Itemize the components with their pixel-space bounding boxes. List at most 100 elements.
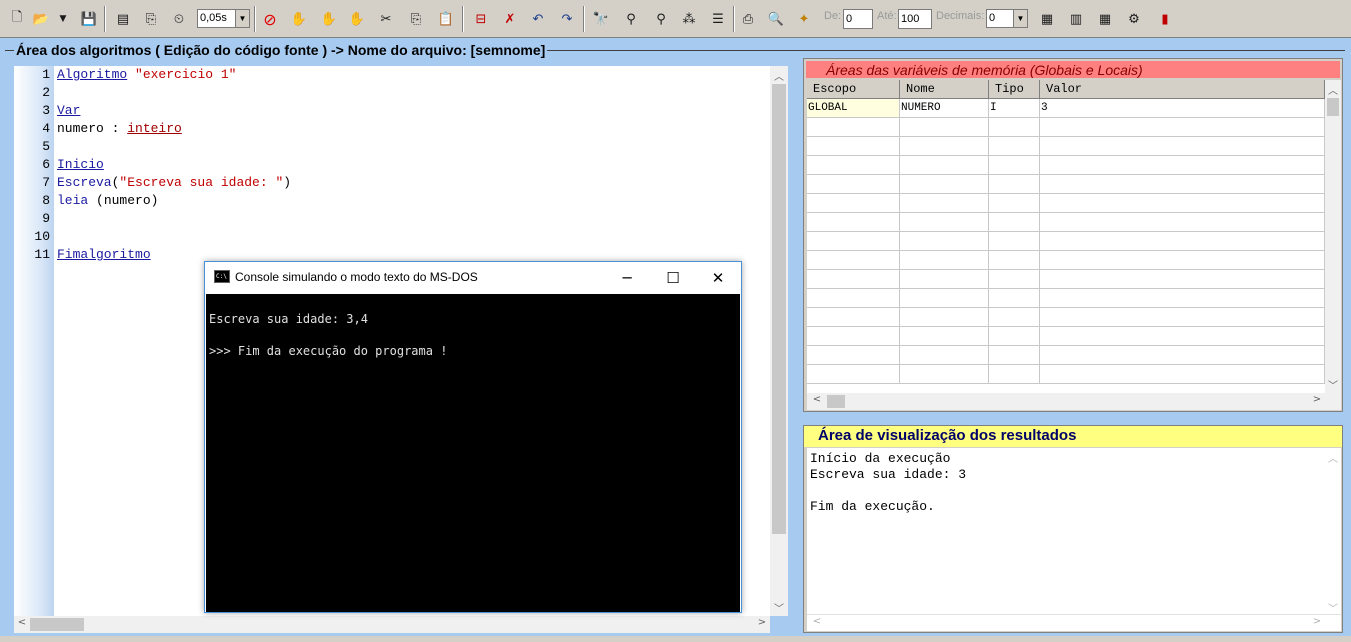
- grid-cell[interactable]: [1040, 308, 1325, 327]
- grid-cell[interactable]: [989, 327, 1040, 346]
- grid-cell[interactable]: [1040, 118, 1325, 137]
- grid-cell[interactable]: [989, 118, 1040, 137]
- grid-cell[interactable]: [900, 137, 989, 156]
- grid-cell[interactable]: [807, 137, 900, 156]
- grid-cell[interactable]: [807, 251, 900, 270]
- chevron-down-icon[interactable]: ▼: [1013, 10, 1027, 27]
- calendar-icon[interactable]: ▦: [1094, 8, 1116, 30]
- grid-cell[interactable]: [1040, 251, 1325, 270]
- replace-all-icon[interactable]: ⚲: [650, 8, 672, 30]
- magic-wand-icon[interactable]: ✦: [793, 8, 815, 30]
- grid-cell[interactable]: [807, 232, 900, 251]
- grid-cell[interactable]: [807, 365, 900, 384]
- grid-column-header[interactable]: Escopo: [807, 80, 900, 99]
- results-horizontal-scrollbar[interactable]: < >: [807, 614, 1341, 631]
- format-icon[interactable]: ⁂: [678, 8, 700, 30]
- grid-cell[interactable]: [1040, 289, 1325, 308]
- run-step-icon[interactable]: [346, 8, 368, 30]
- grid-cell[interactable]: [900, 213, 989, 232]
- grid-cell[interactable]: [989, 175, 1040, 194]
- memory-vertical-scrollbar[interactable]: ︿ ﹀: [1325, 80, 1341, 393]
- grid-cell[interactable]: [1040, 194, 1325, 213]
- grid-column-header[interactable]: Nome: [900, 80, 989, 99]
- scroll-left-icon[interactable]: <: [809, 394, 825, 405]
- results-vertical-scrollbar[interactable]: ︿ ﹀: [1325, 448, 1341, 620]
- grid-cell[interactable]: [807, 270, 900, 289]
- grid-cell[interactable]: [900, 365, 989, 384]
- open-folder-icon[interactable]: 📂: [30, 8, 52, 30]
- editor-vertical-scrollbar[interactable]: ︿ ﹀: [770, 66, 788, 616]
- paste-icon[interactable]: 📋: [435, 8, 457, 30]
- scrollbar-thumb[interactable]: [30, 618, 84, 631]
- grid-cell[interactable]: [807, 213, 900, 232]
- hand-icon[interactable]: ✋: [288, 8, 310, 30]
- console-window[interactable]: C:\ Console simulando o modo texto do MS…: [204, 261, 742, 613]
- clear-icon[interactable]: ⊟: [470, 8, 492, 30]
- copy-icon[interactable]: ⎘: [405, 8, 427, 30]
- grid-cell[interactable]: [989, 270, 1040, 289]
- grid-cell[interactable]: [900, 251, 989, 270]
- scroll-left-icon[interactable]: <: [809, 616, 825, 627]
- grid-cell[interactable]: [989, 232, 1040, 251]
- scrollbar-thumb[interactable]: [1327, 98, 1339, 116]
- grid-cell[interactable]: [989, 213, 1040, 232]
- memory-variables-grid[interactable]: Escopo Nome Tipo Valor GLOBAL NUMERO I 3: [807, 80, 1325, 393]
- ate-field[interactable]: 100: [898, 9, 932, 29]
- print-preview-icon[interactable]: 🔍: [765, 8, 787, 30]
- grid-cell[interactable]: [807, 175, 900, 194]
- scroll-left-icon[interactable]: <: [14, 617, 30, 628]
- open-dropdown-icon[interactable]: ▼: [56, 8, 70, 30]
- grid-cell[interactable]: [1040, 232, 1325, 251]
- console-output[interactable]: Escreva sua idade: 3,4 >>> Fim da execuç…: [206, 294, 740, 612]
- grid-cell[interactable]: [989, 308, 1040, 327]
- grid-cell[interactable]: [1040, 175, 1325, 194]
- grid-cell[interactable]: [989, 289, 1040, 308]
- save-icon[interactable]: 💾: [78, 8, 100, 30]
- grid-cell[interactable]: [900, 327, 989, 346]
- hand-breakpoint-icon[interactable]: ✋: [318, 8, 340, 30]
- grid-cell[interactable]: [807, 327, 900, 346]
- grid-cell[interactable]: [900, 308, 989, 327]
- grid-cell[interactable]: [989, 194, 1040, 213]
- grid-cell[interactable]: [807, 118, 900, 137]
- scroll-right-icon[interactable]: >: [754, 617, 770, 628]
- grid-cell[interactable]: [1040, 365, 1325, 384]
- run-icon[interactable]: ▤: [112, 8, 134, 30]
- results-output[interactable]: Início da execução Escreva sua idade: 3 …: [807, 448, 1325, 620]
- grid-cell[interactable]: [900, 118, 989, 137]
- exit-icon[interactable]: ▮: [1154, 8, 1176, 30]
- stop-icon[interactable]: ⊘: [259, 8, 281, 30]
- de-field[interactable]: 0: [843, 9, 873, 29]
- grid-cell[interactable]: [807, 156, 900, 175]
- scroll-right-icon[interactable]: >: [1309, 394, 1325, 405]
- cut-icon[interactable]: ✂: [375, 8, 397, 30]
- grid-cell[interactable]: [807, 289, 900, 308]
- scrollbar-thumb[interactable]: [772, 84, 786, 534]
- scroll-up-icon[interactable]: ︿: [1325, 450, 1341, 465]
- scroll-down-icon[interactable]: ﹀: [1325, 600, 1341, 615]
- grid-cell[interactable]: [1040, 156, 1325, 175]
- step-icon[interactable]: ⎘: [140, 8, 162, 30]
- console-titlebar[interactable]: C:\ Console simulando o modo texto do MS…: [205, 262, 741, 293]
- help-icon[interactable]: ⚙: [1123, 8, 1145, 30]
- grid-cell[interactable]: [989, 156, 1040, 175]
- grid-cell[interactable]: [1040, 327, 1325, 346]
- scrollbar-thumb[interactable]: [827, 395, 845, 408]
- speed-select[interactable]: 0,05s ▼: [197, 9, 250, 28]
- grid-cell[interactable]: [1040, 213, 1325, 232]
- grid-cell[interactable]: [807, 308, 900, 327]
- chevron-down-icon[interactable]: ▼: [235, 10, 249, 27]
- grid-cell[interactable]: I: [989, 99, 1040, 118]
- timer-icon[interactable]: ⏲: [168, 8, 190, 30]
- delete-icon[interactable]: ✗: [499, 8, 521, 30]
- grid-column-header[interactable]: Valor: [1040, 80, 1325, 99]
- grid-cell[interactable]: [1040, 346, 1325, 365]
- grid-cell[interactable]: 3: [1040, 99, 1325, 118]
- scroll-down-icon[interactable]: ﹀: [771, 600, 787, 615]
- grid-cell[interactable]: [900, 175, 989, 194]
- redo-icon[interactable]: ↷: [556, 8, 578, 30]
- replace-icon[interactable]: ⚲: [620, 8, 642, 30]
- print-icon[interactable]: ⎙: [737, 8, 759, 30]
- scroll-up-icon[interactable]: ︿: [771, 68, 787, 83]
- scroll-up-icon[interactable]: ︿: [1325, 82, 1341, 97]
